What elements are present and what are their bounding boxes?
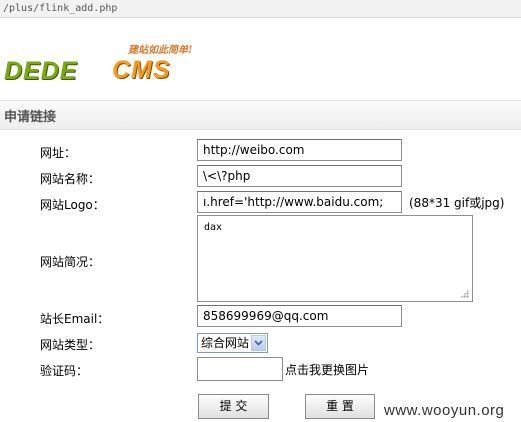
submit-button[interactable]: 提 交 [198,394,269,419]
section-title: 申请链接 [4,110,57,125]
email-input[interactable]: 858699969@qq.com [197,305,402,327]
site-type-label: 网站类型： [40,338,101,352]
chevron-down-icon[interactable] [251,335,266,351]
site-name-label: 网站名称： [40,172,101,186]
watermark: www.wooyun.org [384,402,505,419]
address-bar[interactable]: /plus/flink_add.php [0,0,521,18]
url-input[interactable]: http://weibo.com [197,139,402,161]
site-name-input[interactable]: \<\?php [197,165,402,187]
email-label: 站长Email： [40,312,110,326]
logo-text-dede: DEDE [4,57,78,85]
description-label: 网站简况： [40,255,101,269]
captcha-label: 验证码： [40,364,89,378]
reset-button[interactable]: 重 置 [305,394,375,419]
captcha-refresh-link[interactable]: 点击我更换图片 [285,361,369,378]
logo-slogan: 建站如此简单! [128,45,193,56]
url-label: 网址： [40,146,77,160]
logo-text-cms: CMS [112,56,171,84]
site-type-selected: 综合网站 [201,336,250,350]
description-text: dax [204,222,223,233]
logo-url-value: ı.href='http://www.baidu.com; [203,195,384,209]
logo-url-label: 网站Logo： [40,198,105,212]
captcha-input[interactable] [197,357,283,381]
logo-url-input[interactable]: ı.href='http://www.baidu.com; [197,191,402,213]
site-type-select[interactable]: 综合网站 [197,333,268,353]
section-header-bar [0,100,521,130]
resize-grip-icon[interactable] [460,289,469,298]
description-textarea[interactable]: dax [197,215,473,302]
logo-size-hint: (88*31 gif或jpg) [409,196,505,210]
